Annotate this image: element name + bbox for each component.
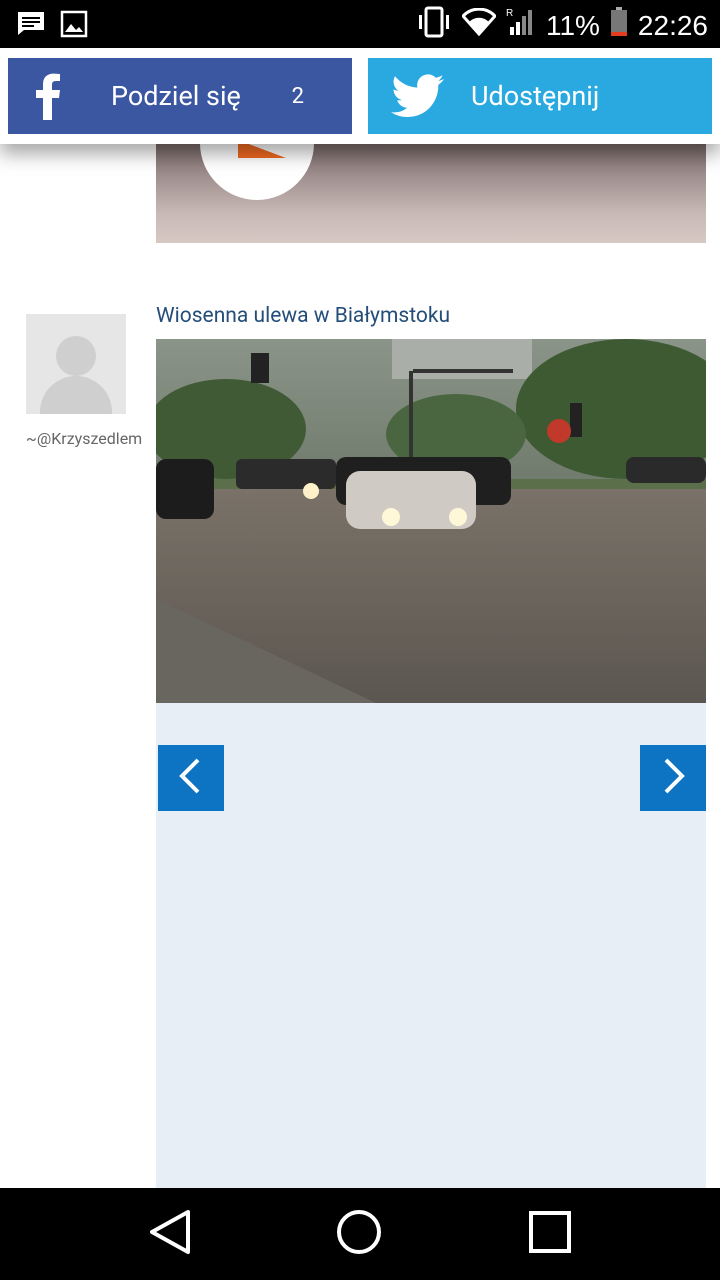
play-icon (238, 144, 286, 158)
author-block: ~@Krzyszedlem (26, 314, 142, 457)
vibrate-icon (416, 6, 452, 45)
twitter-share-button[interactable]: Udostępnij (368, 58, 712, 134)
twitter-icon (368, 74, 468, 118)
battery-low-icon (610, 7, 628, 44)
gallery-photo[interactable] (156, 339, 706, 703)
recents-icon (528, 1210, 572, 1258)
gallery-title[interactable]: Wiosenna ulewa w Białymstoku (156, 304, 450, 328)
recents-button[interactable] (526, 1210, 574, 1258)
chevron-left-icon (178, 758, 204, 798)
status-bar: R 11% 22:26 (0, 0, 720, 48)
facebook-share-button[interactable]: Podziel się 2 (8, 58, 352, 134)
signal-roaming-icon: R (506, 7, 536, 44)
author-handle[interactable]: ~@Krzyszedlem (26, 420, 146, 457)
facebook-share-label: Podziel się (111, 80, 241, 112)
back-icon (148, 1209, 192, 1259)
play-button[interactable] (200, 144, 314, 200)
share-bar: Podziel się 2 Udostępnij (0, 48, 720, 144)
gallery-next-button[interactable] (640, 745, 706, 811)
gallery-prev-button[interactable] (158, 745, 224, 811)
back-button[interactable] (146, 1210, 194, 1258)
system-nav-bar (0, 1188, 720, 1280)
facebook-share-count: 2 (291, 83, 304, 109)
svg-text:R: R (506, 8, 513, 19)
message-icon (16, 10, 46, 42)
twitter-share-label: Udostępnij (471, 80, 600, 112)
wifi-icon (460, 7, 497, 43)
video-thumbnail[interactable] (156, 144, 706, 243)
battery-percent: 11% (545, 9, 600, 41)
home-icon (336, 1209, 382, 1259)
image-icon (60, 10, 88, 42)
avatar[interactable] (26, 314, 126, 414)
facebook-icon (8, 72, 88, 120)
gallery-controls (156, 703, 706, 1188)
clock: 22:26 (637, 9, 708, 41)
home-button[interactable] (335, 1210, 383, 1258)
chevron-right-icon (660, 758, 686, 798)
article-content: ~@Krzyszedlem Wiosenna ulewa w Białymsto… (0, 144, 720, 1188)
